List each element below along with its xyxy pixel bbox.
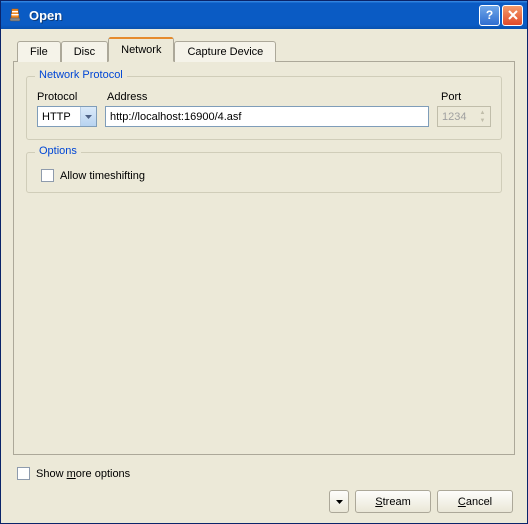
cancel-button[interactable]: Cancel [437, 490, 513, 513]
tab-panel-network: Network Protocol Protocol Address Port H… [13, 61, 515, 455]
tab-file[interactable]: File [17, 41, 61, 62]
tab-bar: File Disc Network Capture Device [13, 39, 515, 62]
allow-timeshifting-label: Allow timeshifting [60, 170, 145, 182]
port-spin-buttons: ▲ ▼ [475, 109, 490, 125]
client-area: File Disc Network Capture Device Network… [1, 29, 527, 523]
tab-capture-device[interactable]: Capture Device [174, 41, 276, 62]
group-network-protocol: Network Protocol Protocol Address Port H… [26, 76, 502, 140]
spin-up-icon: ▲ [475, 109, 490, 117]
window-title: Open [29, 8, 479, 23]
titlebar-buttons: ? [479, 5, 523, 26]
tab-disc[interactable]: Disc [61, 41, 108, 62]
protocol-label: Protocol [37, 91, 97, 103]
group-options: Options Allow timeshifting [26, 152, 502, 193]
allow-timeshifting-row[interactable]: Allow timeshifting [41, 169, 491, 182]
titlebar: Open ? [1, 1, 527, 29]
address-label: Address [107, 91, 431, 103]
tab-network[interactable]: Network [108, 37, 174, 62]
protocol-value: HTTP [42, 111, 71, 123]
button-row: Stream Cancel [13, 490, 515, 513]
open-dialog: Open ? File Disc Network Capture Device … [0, 0, 528, 524]
protocol-select[interactable]: HTTP [37, 106, 97, 127]
group-label-options: Options [35, 145, 81, 157]
app-icon [7, 7, 23, 23]
allow-timeshifting-checkbox[interactable] [41, 169, 54, 182]
stream-dropdown-button[interactable] [329, 490, 349, 513]
footer: Show more options Stream Cancel [13, 461, 515, 513]
help-button[interactable]: ? [479, 5, 500, 26]
group-label-network-protocol: Network Protocol [35, 69, 127, 81]
port-value: 1234 [438, 111, 475, 123]
show-more-options-checkbox[interactable] [17, 467, 30, 480]
address-input[interactable] [105, 106, 429, 127]
show-more-options-row[interactable]: Show more options [17, 467, 515, 480]
close-button[interactable] [502, 5, 523, 26]
field-labels-row: Protocol Address Port [37, 91, 491, 103]
port-label: Port [441, 91, 491, 103]
spin-down-icon: ▼ [475, 117, 490, 125]
stream-button[interactable]: Stream [355, 490, 431, 513]
show-more-options-label: Show more options [36, 468, 130, 480]
port-spinner: 1234 ▲ ▼ [437, 106, 491, 127]
chevron-down-icon [80, 107, 96, 126]
field-inputs-row: HTTP 1234 ▲ ▼ [37, 106, 491, 127]
